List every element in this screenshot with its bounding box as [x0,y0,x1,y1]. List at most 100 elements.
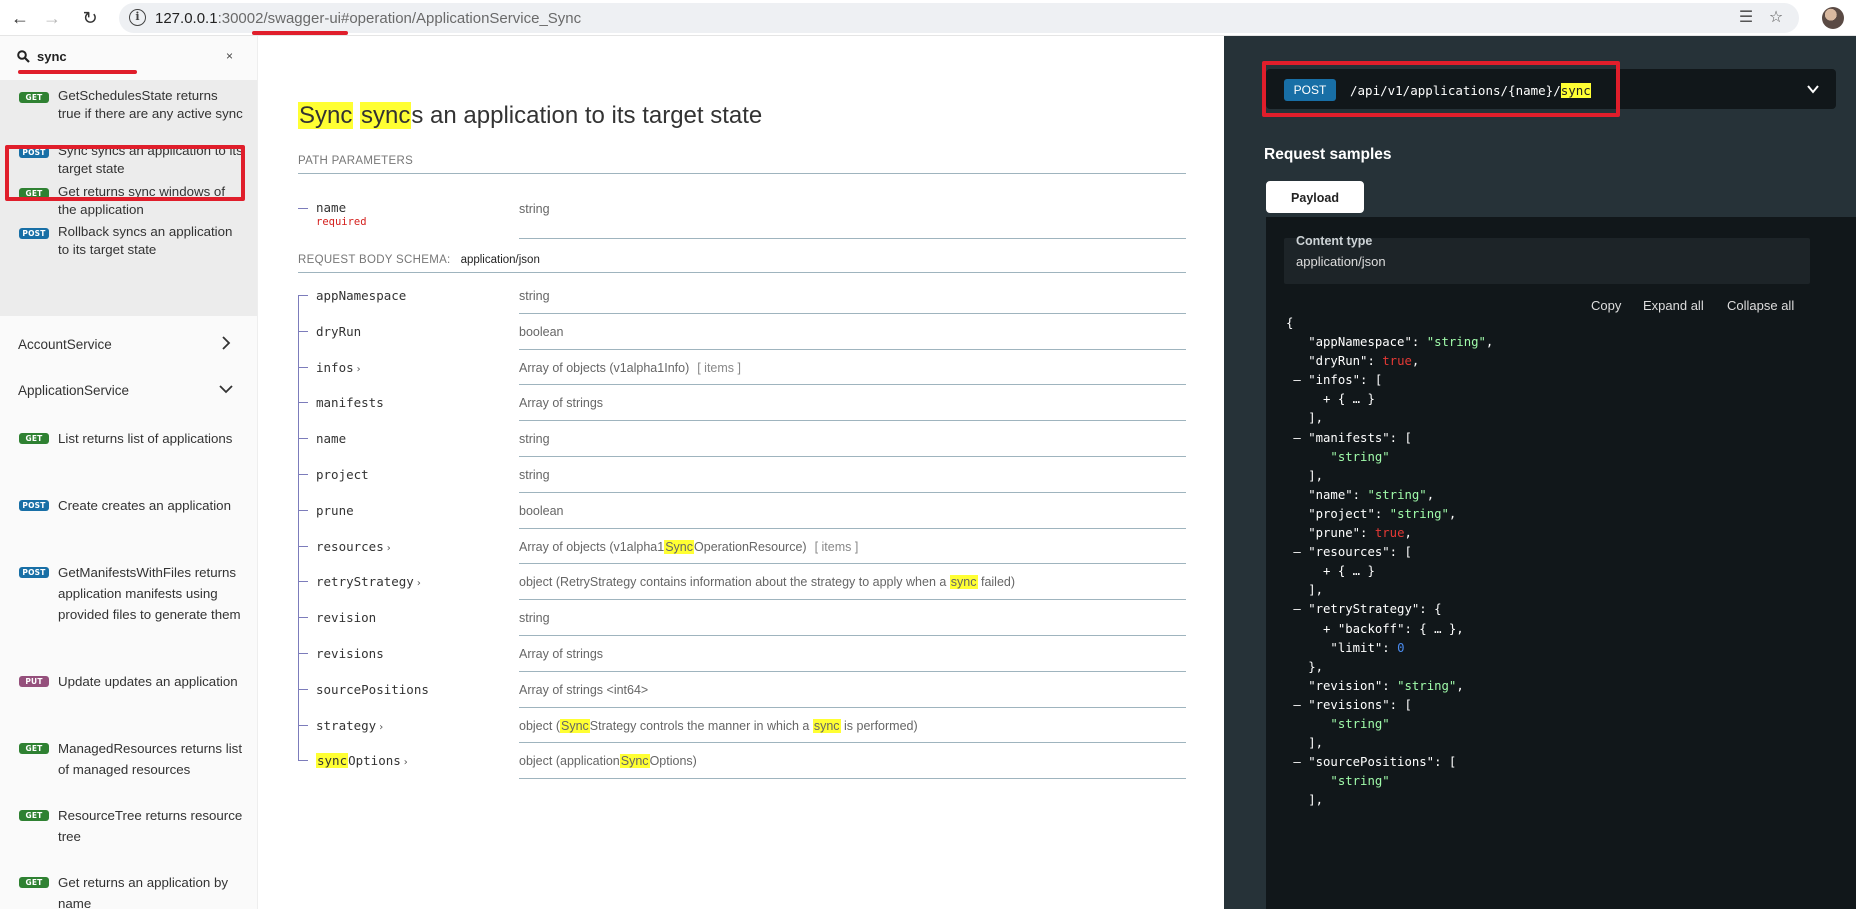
browser-toolbar: ← → ↻ i 127.0.0.1:30002/swagger-ui#opera… [0,0,1856,36]
tree-line [298,295,310,319]
field-name: infos › [316,359,361,375]
copy-button[interactable]: Copy [1591,298,1621,313]
field-type: string [519,289,550,303]
method-badge: GET [19,877,49,888]
sidebar: × GET GetSchedulesState returns true if … [0,36,258,909]
param-row: name required string [298,186,1186,239]
body-field-row[interactable]: revision string [298,605,1186,641]
body-field-row[interactable]: prune boolean [298,497,1186,534]
body-field-row[interactable]: resources › Array of objects (v1alpha1Sync… [298,533,1186,570]
body-field-row[interactable]: strategy › object (SyncStrategy controls t… [298,712,1186,749]
tree-line [298,676,310,713]
field-type: boolean [519,503,564,518]
right-panel: POST /api/v1/applications/{name}/sync Re… [1224,36,1856,909]
field-name: project [316,467,369,482]
field-type: Array of strings [519,647,604,661]
title-text: s an application to its target state [411,102,763,129]
method-badge: POST [19,228,49,239]
field-type: Array of objects (v1alpha1SyncOperationR… [519,539,859,554]
back-icon[interactable]: ← [8,6,32,30]
field-type: string [519,611,550,626]
body-field-row[interactable]: sourcePositions Array of strings <int64> [298,676,1186,713]
chevron-right-icon[interactable]: › [387,543,391,554]
divider [519,348,1186,350]
body-field-row[interactable]: dryRun boolean [298,318,1186,355]
tree-line [298,569,310,606]
group-application-service[interactable]: ApplicationService [0,371,257,411]
tree-tick [298,724,308,726]
field-name: appNamespace [316,288,407,303]
url-text[interactable]: 127.0.0.1:30002/swagger-ui#operation/App… [155,10,581,27]
divider [519,455,1186,457]
address-bar[interactable]: i 127.0.0.1:30002/swagger-ui#operation/A… [119,3,1799,33]
divider [519,742,1186,744]
field-type: Array of objects (v1alpha1Info)[ items ] [519,360,741,375]
body-field-row[interactable]: infos › Array of objects (v1alpha1Info)[ i… [298,354,1186,391]
tree-line [298,497,310,534]
field-type: object (applicationSyncOptions) [519,754,697,769]
tab-payload[interactable]: Payload [1266,181,1364,213]
tree-tick [298,617,308,619]
chevron-right-icon[interactable]: › [379,722,383,733]
field-type: Array of strings <int64> [519,682,649,697]
divider [519,312,1186,314]
body-field-row[interactable]: syncOptions › object (applicationSyncOptio… [298,748,1186,784]
clear-search-icon[interactable]: × [226,49,233,63]
body-field-row[interactable]: appNamespace string [298,283,1186,319]
chevron-right-icon[interactable]: › [357,364,361,375]
expand-all-button[interactable]: Expand all [1643,298,1704,313]
body-field-row[interactable]: name string [298,426,1186,462]
body-field-row[interactable]: revisions Array of strings [298,641,1186,677]
annotation-box [5,145,245,201]
divider [519,599,1186,601]
field-name: resources › [316,538,391,554]
divider [519,706,1186,708]
tree-tick [298,653,308,654]
chevron-right-icon[interactable]: › [417,578,421,589]
forward-icon[interactable]: → [40,6,64,30]
search-result-label: Rollback syncs an application to its tar… [58,224,233,257]
body-field-row[interactable]: project string [298,462,1186,498]
operation-label: Update updates an application [58,674,238,689]
profile-avatar[interactable] [1822,7,1844,29]
divider [519,384,1186,386]
body-field-row[interactable]: manifests Array of strings [298,390,1186,427]
chevron-down-icon[interactable] [1806,82,1820,96]
annotation-box [1262,61,1620,117]
tree-line [298,462,310,498]
group-label: AccountService [18,337,112,352]
chevron-right-icon[interactable]: › [404,757,408,768]
operation-label: ManagedResources returns list of managed… [58,741,243,777]
field-name: syncOptions › [316,753,408,769]
tree-tick [298,760,308,762]
divider [519,420,1186,422]
body-field-row[interactable]: retryStrategy › object (RetryStrategy cont… [298,569,1186,606]
param-type: string [519,202,550,216]
search-input[interactable] [37,44,217,68]
field-name: revisions [316,646,384,661]
field-type: Array of strings [519,396,604,411]
group-label: ApplicationService [18,383,130,398]
param-name: name [316,200,347,215]
search-icon [17,50,30,63]
field-name: strategy › [316,717,384,733]
reload-icon[interactable]: ↻ [78,6,102,30]
tree-line [298,426,310,462]
field-name: sourcePositions [316,681,429,697]
tree-line [298,712,310,749]
method-badge: GET [19,743,49,754]
site-info-icon[interactable]: i [129,9,146,26]
annotation-underline [18,70,137,74]
method-badge: GET [19,92,49,103]
bookmark-star-icon[interactable]: ☆ [1766,8,1786,28]
method-badge: GET [19,810,49,821]
field-type: string [519,432,550,447]
collapse-all-button[interactable]: Collapse all [1727,298,1794,313]
chevron-right-icon [222,336,231,350]
divider [519,238,1186,239]
group-account-service[interactable]: AccountService [0,325,257,365]
operation-label: List returns list of applications [58,431,233,446]
translate-icon[interactable]: ☰ [1736,8,1756,28]
annotation-underline [252,31,348,35]
tree-tick [298,545,308,547]
